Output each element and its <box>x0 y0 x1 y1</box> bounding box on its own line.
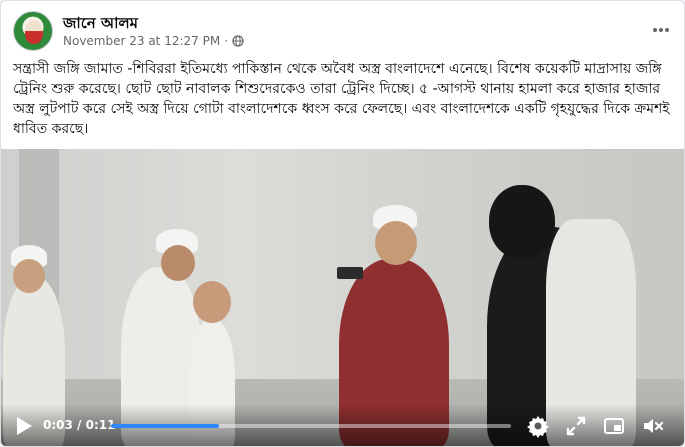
avatar[interactable] <box>13 11 53 51</box>
post-header: জানে আলম November 23 at 12:27 PM · <box>13 11 672 55</box>
post-timestamp[interactable]: November 23 at 12:27 PM <box>63 34 220 48</box>
time-separator: / <box>72 418 86 432</box>
video-player[interactable]: 0:03 / 0:11 <box>1 149 684 446</box>
globe-icon[interactable] <box>232 35 244 47</box>
meta-separator: · <box>224 34 229 48</box>
video-controls: 0:03 / 0:11 <box>1 404 684 446</box>
post-card: জানে আলম November 23 at 12:27 PM · সন্ত্… <box>0 0 685 447</box>
video-time: 0:03 / 0:11 <box>43 418 115 432</box>
video-progress-fill <box>111 424 219 428</box>
expand-icon[interactable] <box>564 414 588 438</box>
post-meta: November 23 at 12:27 PM · <box>63 34 244 48</box>
muted-speaker-icon[interactable] <box>641 414 665 438</box>
pip-icon[interactable] <box>602 414 626 438</box>
video-progress-bar[interactable] <box>111 424 511 428</box>
play-icon[interactable] <box>15 416 33 436</box>
more-options-icon[interactable] <box>648 17 674 43</box>
current-time: 0:03 <box>43 418 73 432</box>
gear-icon[interactable] <box>526 414 550 438</box>
post-text: সন্ত্রাসী জঙ্গি জামাত -শিবিররা ইতিমধ্যে … <box>13 61 670 137</box>
